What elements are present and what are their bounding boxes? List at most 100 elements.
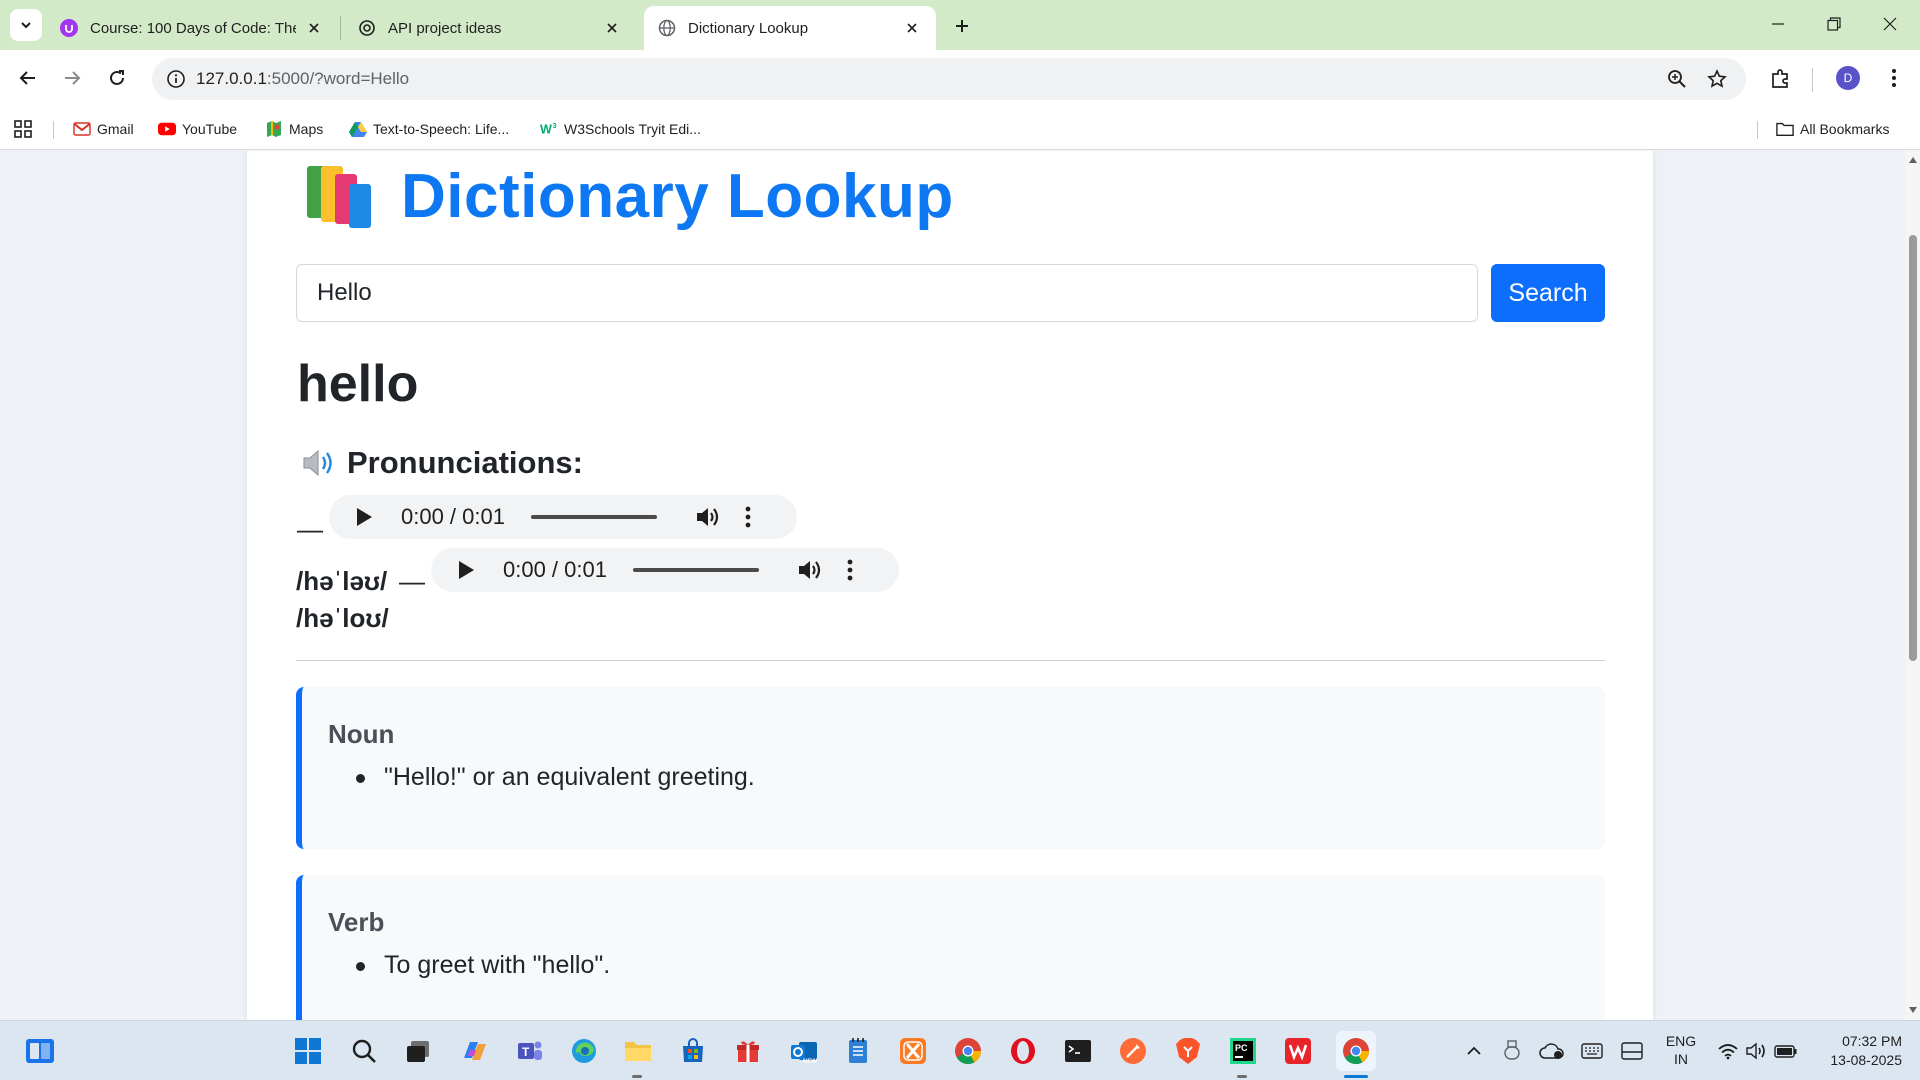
- audio-progress-slider[interactable]: [531, 515, 657, 519]
- audio-progress-slider[interactable]: [633, 568, 759, 572]
- meaning-card-noun: Noun "Hello!" or an equivalent greeting.: [296, 687, 1605, 849]
- microsoft-store-icon[interactable]: [677, 1035, 709, 1067]
- chrome-icon[interactable]: [952, 1035, 984, 1067]
- battery-icon[interactable]: [1770, 1035, 1802, 1067]
- drive-icon: [349, 120, 367, 138]
- bookmark-text-to-speech[interactable]: Text-to-Speech: Life...: [349, 118, 509, 140]
- back-button[interactable]: [12, 62, 44, 94]
- apps-button[interactable]: [14, 118, 38, 140]
- definition-item: To greet with "hello".: [356, 951, 610, 980]
- language-indicator[interactable]: ENG IN: [1660, 1032, 1702, 1068]
- bookmark-youtube[interactable]: YouTube: [158, 118, 237, 140]
- speaker-icon: [303, 449, 332, 477]
- close-icon[interactable]: [602, 18, 622, 38]
- opera-icon[interactable]: [1007, 1035, 1039, 1067]
- audio-time: 0:00 / 0:01: [503, 557, 607, 582]
- url-host: 127.0.0.1: [196, 69, 267, 88]
- definition-item: "Hello!" or an equivalent greeting.: [356, 763, 755, 792]
- minimize-button[interactable]: [1750, 0, 1806, 48]
- close-icon[interactable]: [304, 18, 324, 38]
- gift-icon[interactable]: [732, 1035, 764, 1067]
- arrow-left-icon: [19, 71, 35, 85]
- tab-dictionary-lookup[interactable]: Dictionary Lookup: [644, 6, 936, 50]
- start-windows-icon[interactable]: [292, 1035, 324, 1067]
- all-bookmarks-button[interactable]: All Bookmarks: [1776, 118, 1889, 140]
- meaning-card-verb: Verb To greet with "hello".: [296, 875, 1605, 1020]
- notepad-icon[interactable]: [842, 1035, 874, 1067]
- task-view-icon[interactable]: [402, 1035, 434, 1067]
- system-clock[interactable]: 07:32 PM 13-08-2025: [1812, 1032, 1902, 1070]
- taskbar: T NEW PC ENG IN 07:32 PM 13-08-2025: [0, 1020, 1920, 1080]
- forward-button[interactable]: [56, 62, 88, 94]
- teams-icon[interactable]: T: [514, 1035, 546, 1067]
- brave-icon[interactable]: [1172, 1035, 1204, 1067]
- svg-text:T: T: [522, 1045, 530, 1059]
- chrome-active-icon[interactable]: [1336, 1031, 1376, 1071]
- restore-icon: [1827, 17, 1841, 31]
- zoom-icon[interactable]: [1666, 68, 1688, 90]
- copilot-icon[interactable]: [458, 1035, 490, 1067]
- close-icon[interactable]: [902, 18, 922, 38]
- terminal-icon[interactable]: [1062, 1035, 1094, 1067]
- scroll-up-icon[interactable]: [1908, 156, 1918, 164]
- tab-search-button[interactable]: [10, 9, 42, 41]
- chrome-menu-button[interactable]: [1878, 62, 1910, 94]
- onedrive-icon[interactable]: [1536, 1035, 1568, 1067]
- url-text[interactable]: 127.0.0.1:5000/?word=Hello: [196, 69, 409, 89]
- volume-icon[interactable]: [695, 505, 721, 534]
- bookmark-gmail[interactable]: Gmail: [73, 118, 134, 140]
- file-explorer-icon[interactable]: [622, 1035, 654, 1067]
- star-icon[interactable]: [1706, 68, 1728, 90]
- youtube-icon: [158, 120, 176, 138]
- search-input[interactable]: [296, 264, 1478, 322]
- bookmarks-divider: [53, 121, 54, 139]
- books-icon: [305, 165, 375, 228]
- tab-api-ideas[interactable]: API project ideas: [344, 6, 636, 50]
- keyboard-icon[interactable]: [1576, 1035, 1608, 1067]
- bookmark-w3schools[interactable]: W3 W3Schools Tryit Edi...: [540, 118, 701, 140]
- edge-icon[interactable]: [568, 1035, 600, 1067]
- tab-title: Course: 100 Days of Code: The Complete P…: [90, 19, 296, 37]
- play-icon[interactable]: [355, 507, 373, 532]
- udemy-icon: [60, 19, 78, 37]
- outlook-icon[interactable]: NEW: [788, 1035, 820, 1067]
- bookmark-maps[interactable]: Maps: [265, 118, 323, 140]
- site-info-icon[interactable]: [166, 69, 186, 94]
- tab-udemy-course[interactable]: Course: 100 Days of Code: The Complete P…: [46, 6, 338, 50]
- bookmark-label: W3Schools Tryit Edi...: [564, 121, 701, 137]
- audio-player[interactable]: 0:00 / 0:01: [431, 548, 899, 592]
- postman-icon[interactable]: [1117, 1035, 1149, 1067]
- volume-icon[interactable]: [1740, 1035, 1772, 1067]
- extensions-button[interactable]: [1765, 62, 1797, 94]
- kebab-menu-icon[interactable]: [847, 558, 853, 587]
- svg-text:NEW: NEW: [803, 1059, 817, 1064]
- play-icon[interactable]: [457, 560, 475, 585]
- chevron-up-icon[interactable]: [1458, 1035, 1490, 1067]
- address-bar[interactable]: 127.0.0.1:5000/?word=Hello: [152, 58, 1746, 100]
- restore-button[interactable]: [1806, 0, 1862, 48]
- widgets-icon[interactable]: [24, 1035, 56, 1067]
- reload-button[interactable]: [101, 62, 133, 94]
- scroll-down-icon[interactable]: [1908, 1006, 1918, 1014]
- search-icon[interactable]: [348, 1035, 380, 1067]
- scrollbar-thumb[interactable]: [1909, 235, 1917, 661]
- close-icon: [1883, 17, 1897, 31]
- plus-icon: [956, 20, 968, 32]
- xampp-icon[interactable]: [897, 1035, 929, 1067]
- display-icon[interactable]: [1616, 1035, 1648, 1067]
- volume-icon[interactable]: [797, 558, 823, 587]
- profile-avatar[interactable]: D: [1836, 66, 1860, 90]
- search-button[interactable]: Search: [1491, 264, 1605, 322]
- window-close-button[interactable]: [1862, 0, 1918, 48]
- audio-player[interactable]: 0:00 / 0:01: [329, 495, 797, 539]
- usb-icon[interactable]: [1496, 1035, 1528, 1067]
- bookmark-label: Gmail: [97, 121, 134, 137]
- apps-grid-icon: [14, 120, 32, 138]
- wps-office-icon[interactable]: [1282, 1035, 1314, 1067]
- new-tab-button[interactable]: [948, 12, 976, 40]
- kebab-menu-icon[interactable]: [745, 505, 751, 534]
- page-scrollbar[interactable]: [1905, 151, 1920, 1020]
- pronunciation-text: /həˈləʊ/: [296, 566, 388, 596]
- pycharm-icon[interactable]: PC: [1227, 1035, 1259, 1067]
- pronunciation-dash: —: [399, 566, 425, 596]
